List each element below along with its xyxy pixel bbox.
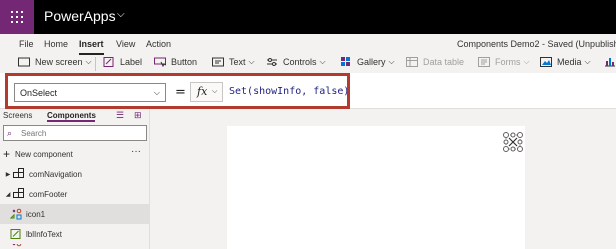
chevron-down-icon[interactable]: ⌵: [117, 9, 125, 20]
document-title: Components Demo2 - Saved (Unpublishe: [457, 39, 616, 49]
controls-label: Controls: [283, 57, 317, 67]
menu-home[interactable]: Home: [44, 39, 68, 49]
menu-action[interactable]: Action: [146, 39, 171, 49]
component-icon: [13, 168, 25, 180]
search-icon: ⌕: [7, 128, 13, 138]
menu-view[interactable]: View: [116, 39, 135, 49]
tab-components[interactable]: Components: [47, 111, 96, 120]
form-icon: [478, 57, 490, 67]
new-component-button[interactable]: + New component: [3, 147, 73, 161]
charts-button[interactable]: [604, 57, 616, 67]
expand-arrow-icon[interactable]: ▶: [3, 171, 13, 178]
chevron-down-icon: ⌵: [584, 57, 591, 66]
text-label: Text: [229, 57, 246, 67]
data-table-button[interactable]: Data table: [406, 57, 464, 67]
forms-button[interactable]: Forms ⌵: [478, 57, 530, 67]
plus-icon: +: [3, 147, 11, 161]
divider: [95, 57, 96, 71]
tree-view-pane: Screens Components ☰ ⊞ ⌕ + New component…: [0, 109, 150, 249]
media-icon: [540, 57, 552, 67]
data-table-label: Data table: [423, 57, 465, 67]
tree-item-label: comNavigation: [29, 169, 82, 179]
menu-insert[interactable]: Insert: [79, 39, 104, 49]
tree-item-comfooter[interactable]: ◢ comFooter: [0, 184, 149, 204]
chevron-down-icon: ⌵: [248, 57, 255, 66]
tree-item-label: comFooter: [29, 189, 68, 199]
collapse-arrow-icon[interactable]: ◢: [3, 191, 13, 198]
app-title: PowerApps: [44, 8, 116, 24]
tree-item-label: lblInfoText: [26, 229, 63, 239]
gallery-label: Gallery: [357, 57, 386, 67]
chevron-down-icon: ⌵: [388, 57, 395, 66]
screen-icon: [18, 57, 30, 67]
controls-button[interactable]: Controls ⌵: [266, 57, 326, 67]
icon-control-icon: [9, 208, 22, 220]
button-label: Button: [171, 57, 198, 67]
menu-file[interactable]: File: [19, 39, 34, 49]
design-canvas[interactable]: [227, 126, 525, 249]
tree-item-comnavigation[interactable]: ▶ comNavigation: [0, 164, 149, 184]
button-icon: [154, 57, 167, 68]
highlight-box: [5, 73, 350, 109]
more-options-icon[interactable]: ···: [131, 146, 141, 157]
component-icon: [13, 188, 25, 200]
tree-item-label: icon1: [26, 209, 46, 219]
tree-item-lblinfotext[interactable]: lblInfoText: [0, 224, 149, 244]
search-input[interactable]: [21, 127, 141, 139]
menu-bar: File Home Insert View Action Components …: [0, 34, 616, 56]
list-view-icon[interactable]: ☰: [116, 110, 124, 121]
media-label: Media: [557, 57, 582, 67]
text-button[interactable]: Text ⌵: [212, 57, 255, 67]
label-icon: [103, 57, 115, 67]
table-icon: [406, 57, 418, 67]
selected-icon-control[interactable]: [503, 132, 523, 152]
cancel-icon: [503, 132, 523, 152]
chevron-down-icon: ⌵: [85, 57, 92, 66]
title-bar: PowerApps ⌵: [0, 0, 616, 34]
new-component-label: New component: [15, 149, 73, 159]
new-screen-button[interactable]: New screen ⌵: [18, 57, 92, 67]
button-button[interactable]: Button: [154, 57, 198, 68]
label-button[interactable]: Label: [103, 57, 142, 67]
waffle-icon: [11, 11, 23, 23]
icon-control-icon: [10, 244, 22, 249]
chevron-down-icon: ⌵: [523, 57, 530, 66]
tab-screens[interactable]: Screens: [3, 111, 32, 120]
grid-view-icon[interactable]: ⊞: [134, 110, 142, 121]
new-screen-label: New screen: [35, 57, 83, 67]
tree-item-partial: [0, 244, 149, 249]
label-label: Label: [120, 57, 143, 67]
text-icon: [212, 57, 224, 67]
media-button[interactable]: Media ⌵: [540, 57, 591, 67]
controls-icon: [266, 57, 278, 67]
active-menu-indicator: [79, 53, 104, 55]
tree-item-icon1[interactable]: icon1: [0, 204, 149, 224]
gallery-icon: [340, 57, 352, 67]
chevron-down-icon: ⌵: [319, 57, 326, 66]
gallery-button[interactable]: Gallery ⌵: [340, 57, 395, 67]
app-launcher-button[interactable]: [0, 0, 34, 34]
chart-icon: [604, 57, 616, 67]
active-tab-indicator: [47, 120, 95, 122]
ribbon-toolbar: New screen ⌵ Label Button Text ⌵ Control…: [0, 56, 616, 72]
search-field[interactable]: ⌕: [3, 125, 147, 141]
label-icon: [10, 228, 22, 240]
forms-label: Forms: [495, 57, 521, 67]
